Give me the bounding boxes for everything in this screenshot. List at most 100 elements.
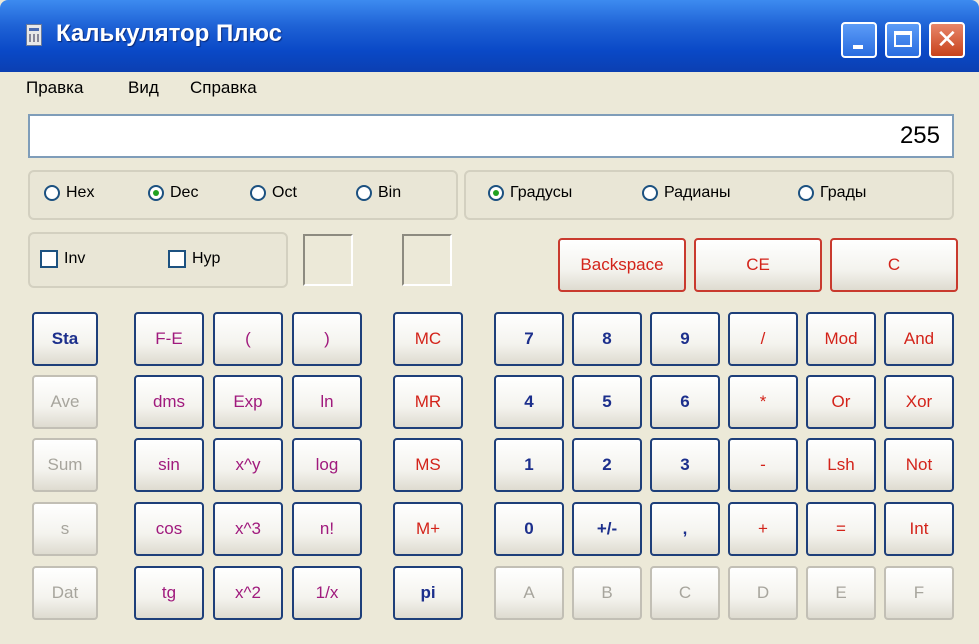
radio-label: Dec — [170, 184, 199, 201]
title-bar[interactable]: Калькулятор Плюс ✕ — [0, 0, 979, 72]
radio-circle — [250, 185, 266, 201]
checkbox-box — [168, 250, 186, 268]
radio-label: Грады — [820, 184, 867, 201]
menu-edit[interactable]: Правка — [26, 78, 83, 98]
menu-view[interactable]: Вид — [128, 78, 159, 98]
exp-button[interactable]: Exp — [213, 375, 283, 429]
radio-bin[interactable]: Bin — [356, 184, 401, 202]
dat-button[interactable]: Dat — [32, 566, 98, 620]
digit-2-button[interactable]: 2 — [572, 438, 642, 492]
hex-a-button[interactable]: A — [494, 566, 564, 620]
radio-oct[interactable]: Oct — [250, 184, 297, 202]
digit-4-button[interactable]: 4 — [494, 375, 564, 429]
radio-label: Градусы — [510, 184, 573, 201]
window-title: Калькулятор Плюс — [56, 20, 283, 47]
digit-3-button[interactable]: 3 — [650, 438, 720, 492]
factorial-button[interactable]: n! — [292, 502, 362, 556]
radio-dec[interactable]: Dec — [148, 184, 198, 202]
close-icon: ✕ — [936, 25, 958, 55]
checkbox-inv[interactable]: Inv — [40, 250, 85, 268]
dms-button[interactable]: dms — [134, 375, 204, 429]
open-paren-button[interactable]: ( — [213, 312, 283, 366]
mod-button[interactable]: Mod — [806, 312, 876, 366]
clear-entry-button[interactable]: CE — [694, 238, 822, 292]
hex-b-button[interactable]: B — [572, 566, 642, 620]
digit-0-button[interactable]: 0 — [494, 502, 564, 556]
int-button[interactable]: Int — [884, 502, 954, 556]
number-base-group: Hex Dec Oct Bin — [28, 170, 458, 220]
radio-circle-checked — [488, 185, 504, 201]
or-button[interactable]: Or — [806, 375, 876, 429]
sta-button[interactable]: Sta — [32, 312, 98, 366]
hex-f-button[interactable]: F — [884, 566, 954, 620]
parenthesis-indicator — [303, 234, 353, 286]
hex-c-button[interactable]: C — [650, 566, 720, 620]
radio-degrees[interactable]: Градусы — [488, 184, 572, 202]
digit-6-button[interactable]: 6 — [650, 375, 720, 429]
lsh-button[interactable]: Lsh — [806, 438, 876, 492]
subtract-button[interactable]: - — [728, 438, 798, 492]
minimize-button[interactable] — [841, 22, 877, 58]
s-button[interactable]: s — [32, 502, 98, 556]
maximize-button[interactable] — [885, 22, 921, 58]
equals-button[interactable]: = — [806, 502, 876, 556]
radio-circle — [798, 185, 814, 201]
divide-button[interactable]: / — [728, 312, 798, 366]
digit-7-button[interactable]: 7 — [494, 312, 564, 366]
xor-button[interactable]: Xor — [884, 375, 954, 429]
radio-radians[interactable]: Радианы — [642, 184, 731, 202]
checkbox-hyp[interactable]: Hyp — [168, 250, 220, 268]
and-button[interactable]: And — [884, 312, 954, 366]
radio-circle — [44, 185, 60, 201]
radio-label: Oct — [272, 184, 297, 201]
memory-recall-button[interactable]: MR — [393, 375, 463, 429]
checkbox-label: Hyp — [192, 250, 221, 267]
radio-label: Bin — [378, 184, 402, 201]
sin-button[interactable]: sin — [134, 438, 204, 492]
result-display[interactable]: 255 — [28, 114, 954, 158]
menu-help[interactable]: Справка — [190, 78, 257, 98]
hex-e-button[interactable]: E — [806, 566, 876, 620]
radio-grads[interactable]: Грады — [798, 184, 866, 202]
angle-units-group: Градусы Радианы Грады — [464, 170, 954, 220]
x-pow-y-button[interactable]: x^y — [213, 438, 283, 492]
x-squared-button[interactable]: x^2 — [213, 566, 283, 620]
decimal-button[interactable]: , — [650, 502, 720, 556]
log-button[interactable]: log — [292, 438, 362, 492]
digit-1-button[interactable]: 1 — [494, 438, 564, 492]
inv-hyp-group: Inv Hyp — [28, 232, 288, 288]
checkbox-box — [40, 250, 58, 268]
reciprocal-button[interactable]: 1/x — [292, 566, 362, 620]
checkbox-label: Inv — [64, 250, 86, 267]
radio-label: Hex — [66, 184, 95, 201]
digit-9-button[interactable]: 9 — [650, 312, 720, 366]
x-cubed-button[interactable]: x^3 — [213, 502, 283, 556]
sum-button[interactable]: Sum — [32, 438, 98, 492]
add-button[interactable]: + — [728, 502, 798, 556]
multiply-button[interactable]: * — [728, 375, 798, 429]
tg-button[interactable]: tg — [134, 566, 204, 620]
clear-button[interactable]: C — [830, 238, 958, 292]
radio-circle — [642, 185, 658, 201]
digit-5-button[interactable]: 5 — [572, 375, 642, 429]
radio-hex[interactable]: Hex — [44, 184, 94, 202]
negate-button[interactable]: +/- — [572, 502, 642, 556]
pi-button[interactable]: pi — [393, 566, 463, 620]
ln-button[interactable]: ln — [292, 375, 362, 429]
memory-store-button[interactable]: MS — [393, 438, 463, 492]
memory-clear-button[interactable]: MC — [393, 312, 463, 366]
fe-button[interactable]: F-E — [134, 312, 204, 366]
backspace-button[interactable]: Backspace — [558, 238, 686, 292]
memory-indicator — [402, 234, 452, 286]
minimize-icon — [853, 45, 863, 49]
close-button[interactable]: ✕ — [929, 22, 965, 58]
cos-button[interactable]: cos — [134, 502, 204, 556]
digit-8-button[interactable]: 8 — [572, 312, 642, 366]
ave-button[interactable]: Ave — [32, 375, 98, 429]
memory-add-button[interactable]: M+ — [393, 502, 463, 556]
close-paren-button[interactable]: ) — [292, 312, 362, 366]
menu-bar: Правка Вид Справка — [0, 72, 979, 106]
radio-circle-checked — [148, 185, 164, 201]
not-button[interactable]: Not — [884, 438, 954, 492]
hex-d-button[interactable]: D — [728, 566, 798, 620]
